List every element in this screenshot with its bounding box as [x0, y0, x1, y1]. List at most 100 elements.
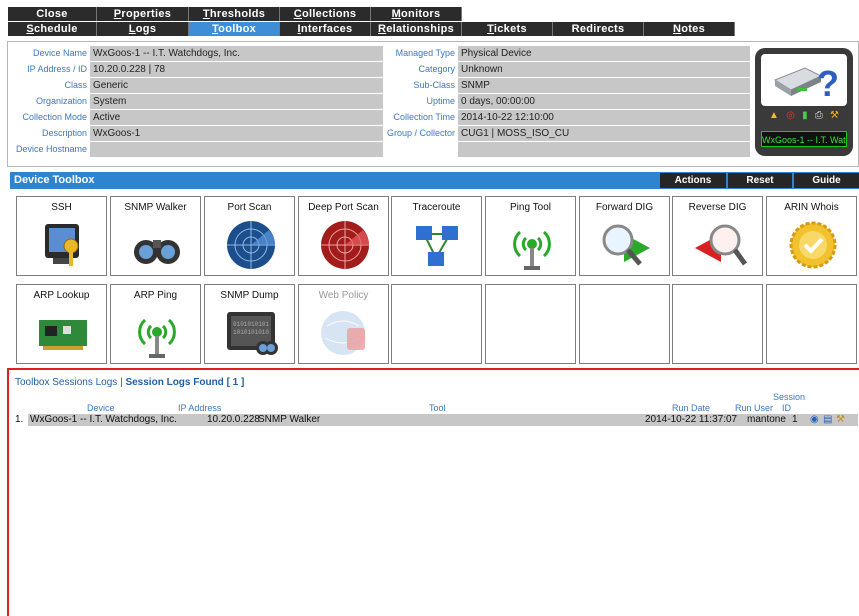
device-field-value: Active — [90, 110, 383, 125]
tool-label: ARP Ping — [133, 290, 178, 301]
device-field-value: WxGoos-1 — [90, 126, 383, 141]
tool-arp-ping[interactable]: ARP Ping — [110, 284, 201, 364]
tab-relationships[interactable]: Relationships — [371, 22, 462, 36]
device-field-label: Collection Time — [393, 112, 455, 122]
printer-icon[interactable]: ⎙ — [815, 110, 823, 124]
magnifier-forward-icon — [602, 224, 650, 266]
tool-label: ARP Lookup — [33, 290, 90, 301]
device-field-label: Collection Mode — [22, 112, 87, 122]
toolbox-title: Device Toolbox — [14, 174, 95, 186]
tool-arp-lookup[interactable]: ARP Lookup — [16, 284, 107, 364]
radar-blue-icon — [227, 221, 275, 269]
tools-icon[interactable]: ⚒ — [836, 414, 845, 426]
magnifier-reverse-icon — [695, 224, 747, 266]
cell-run-date: 2014-10-22 11:37:07 — [645, 414, 738, 425]
device-field-label: Device Hostname — [15, 144, 87, 154]
svg-text:1010101010: 1010101010 — [233, 329, 269, 336]
antenna-icon — [138, 318, 176, 358]
signal-bars-icon[interactable]: ▮ — [802, 110, 808, 124]
document-icon[interactable]: ▤ — [823, 414, 832, 426]
tool-label: Ping Tool — [510, 202, 551, 213]
tab-interfaces[interactable]: Interfaces — [280, 22, 371, 36]
row-number: 1. — [15, 414, 24, 425]
col-tool[interactable]: Tool — [429, 403, 446, 413]
device-name-badge: WxGoos-1 -- I.T. Watc — [761, 131, 847, 147]
col-device[interactable]: Device — [87, 403, 115, 413]
device-field-label: Group / Collector — [386, 128, 455, 138]
tool-label: Deep Port Scan — [308, 202, 379, 213]
tool-deep-port-scan[interactable]: Deep Port Scan — [298, 196, 389, 276]
tool-forward-dig[interactable]: Forward DIG — [579, 196, 670, 276]
device-field-label: Sub-Class — [413, 80, 455, 90]
tool-snmp-dump[interactable]: SNMP Dump 0101010101 1010101010 — [204, 284, 295, 364]
device-field-value: WxGoos-1 -- I.T. Watchdogs, Inc. — [90, 46, 383, 61]
device-field-value: 2014-10-22 12:10:00 — [458, 110, 750, 125]
tool-reverse-dig[interactable]: Reverse DIG — [672, 196, 763, 276]
table-row[interactable]: WxGoos-1 -- I.T. Watchdogs, Inc. 10.20.0… — [28, 414, 858, 426]
device-field-label: Class — [64, 80, 87, 90]
tool-empty — [485, 284, 576, 364]
device-field-label: Organization — [35, 96, 87, 106]
tool-arin-whois[interactable]: ARIN Whois — [766, 196, 857, 276]
device-field-label: Device Name — [32, 48, 87, 58]
warning-icon[interactable]: ▲ — [769, 110, 779, 124]
tool-ssh[interactable]: SSH — [16, 196, 107, 276]
tab-collections[interactable]: Collections — [280, 7, 371, 21]
network-nodes-icon — [416, 226, 458, 266]
col-session-label[interactable]: Session — [773, 392, 805, 402]
cell-device: WxGoos-1 -- I.T. Watchdogs, Inc. — [30, 414, 177, 425]
tool-label: SSH — [51, 202, 72, 213]
ssh-keys-icon — [45, 224, 79, 266]
toolbox-header: Device Toolbox Actions Reset Guide — [10, 172, 859, 189]
tab-row-bottom: Schedule Logs Toolbox Interfaces Relatio… — [8, 22, 735, 36]
device-field-value: System — [90, 94, 383, 109]
device-field-label — [385, 142, 455, 157]
tab-redirects[interactable]: Redirects — [553, 22, 644, 36]
col-run-date[interactable]: Run Date — [672, 403, 710, 413]
tab-thresholds[interactable]: Thresholds — [189, 7, 280, 21]
device-field-label: Managed Type — [395, 48, 455, 58]
col-ip-address[interactable]: IP Address — [178, 403, 221, 413]
col-session-id[interactable]: ID — [782, 403, 791, 413]
guide-button[interactable]: Guide — [794, 173, 859, 188]
tool-label: Forward DIG — [595, 202, 654, 213]
svg-text:?: ? — [817, 63, 839, 104]
device-status-icons: ▲ ◎ ▮ ⎙ ⚒ — [769, 110, 839, 124]
tab-schedule[interactable]: Schedule — [8, 22, 97, 36]
device-field-value: SNMP — [458, 78, 750, 93]
tab-close[interactable]: Close — [8, 7, 97, 21]
device-unknown-icon: ? — [761, 54, 847, 106]
device-field-label: Category — [418, 64, 455, 74]
device-field-value: Unknown — [458, 62, 750, 77]
tool-ping-tool[interactable]: Ping Tool — [485, 196, 576, 276]
tab-logs[interactable]: Logs — [97, 22, 189, 36]
tool-traceroute[interactable]: Traceroute — [391, 196, 482, 276]
device-icon-panel[interactable]: ? ▲ ◎ ▮ ⎙ ⚒ WxGoos-1 -- I.T. Watc — [755, 48, 853, 156]
cell-ip: 10.20.0.228 — [207, 414, 260, 425]
tool-port-scan[interactable]: Port Scan — [204, 196, 295, 276]
sessions-title: Toolbox Sessions Logs | Session Logs Fou… — [15, 377, 245, 388]
actions-button[interactable]: Actions — [660, 173, 726, 188]
wrench-icon[interactable]: ⚒ — [830, 110, 839, 124]
binoculars-icon[interactable]: ◉ — [810, 414, 819, 426]
tool-snmp-walker[interactable]: SNMP Walker — [110, 196, 201, 276]
reset-button[interactable]: Reset — [728, 173, 792, 188]
tab-toolbox[interactable]: Toolbox — [189, 22, 280, 36]
session-logs-found-link[interactable]: Session Logs Found [ 1 ] — [125, 377, 244, 388]
device-field-value — [458, 142, 750, 157]
device-field-value: Generic — [90, 78, 383, 93]
tab-tickets[interactable]: Tickets — [462, 22, 553, 36]
lifebuoy-icon[interactable]: ◎ — [786, 110, 795, 124]
sessions-panel: Toolbox Sessions Logs | Session Logs Fou… — [7, 368, 859, 616]
network-card-icon — [39, 320, 87, 350]
col-run-user[interactable]: Run User — [735, 403, 773, 413]
antenna-icon — [513, 230, 551, 270]
tool-label: SNMP Dump — [220, 290, 279, 301]
tool-label: Traceroute — [412, 202, 461, 213]
tab-properties[interactable]: Properties — [97, 7, 189, 21]
tab-monitors[interactable]: Monitors — [371, 7, 462, 21]
tab-notes[interactable]: Notes — [644, 22, 735, 36]
tool-label: ARIN Whois — [784, 202, 839, 213]
tool-web-policy[interactable]: Web Policy — [298, 284, 389, 364]
tool-label: Web Policy — [318, 290, 369, 301]
